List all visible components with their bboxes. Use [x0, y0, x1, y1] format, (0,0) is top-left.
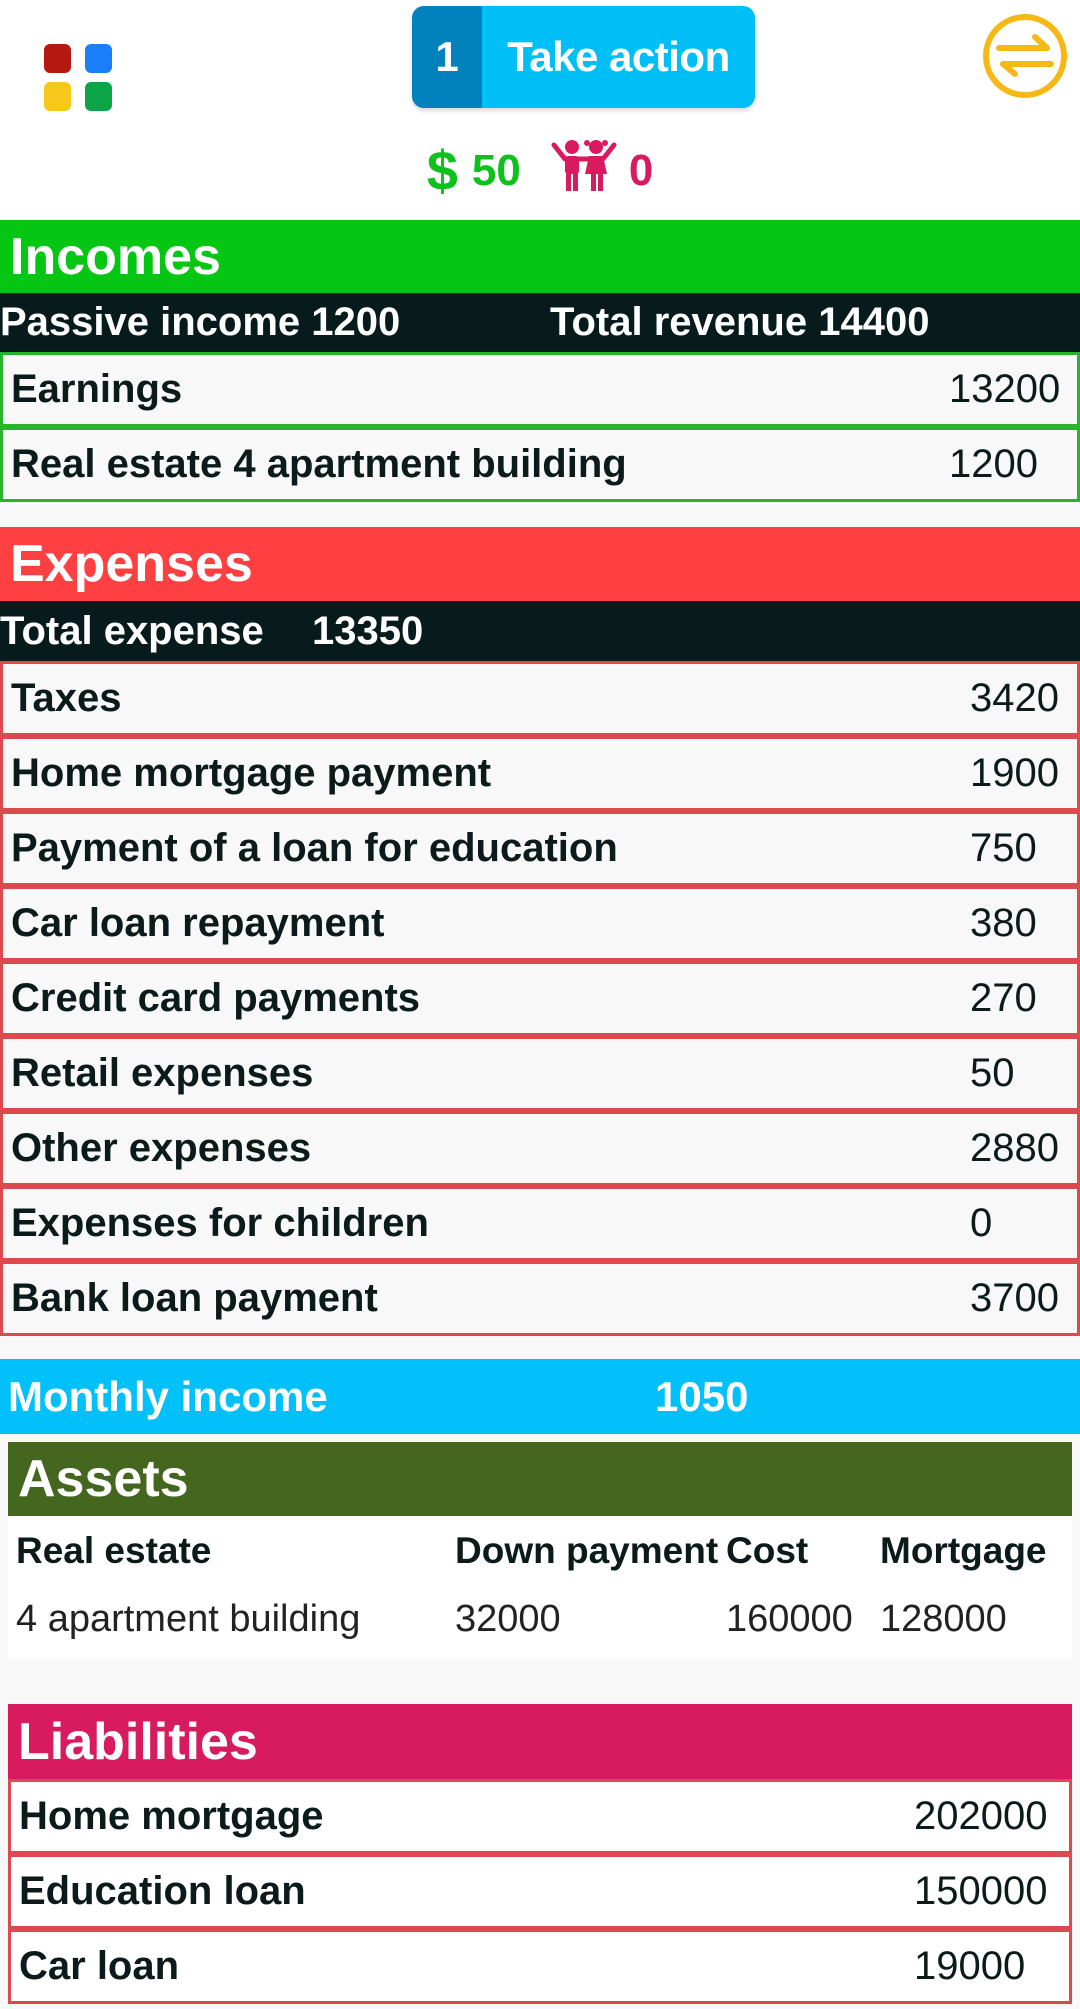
total-revenue: Total revenue 14400	[550, 300, 930, 344]
take-action-label: Take action	[507, 33, 730, 80]
expenses-row[interactable]: Payment of a loan for education 750	[0, 811, 1080, 886]
assets-header: Assets	[8, 1442, 1072, 1516]
total-expense-label: Total expense	[0, 608, 264, 653]
action-count-badge: 1	[412, 6, 482, 108]
income-value: 1200	[949, 442, 1038, 486]
asset-name[interactable]: 4 apartment building	[16, 1598, 360, 1641]
top-bar: 1 Take action $ 50 0	[0, 0, 1080, 220]
stats-bar: $ 50 0	[0, 138, 1080, 203]
incomes-summary-bar: Passive income 1200 Total revenue 14400	[0, 293, 1080, 352]
expenses-row[interactable]: Expenses for children 0	[0, 1186, 1080, 1261]
incomes-header: Incomes	[0, 220, 1080, 293]
income-value: 13200	[949, 367, 1061, 411]
money-value: 50	[471, 145, 521, 195]
money-stat: $ 50	[427, 138, 521, 203]
assets-table: Real estate Down payment Cost Mortgage 4…	[8, 1516, 1072, 1660]
liabilities-value: 202000	[914, 1794, 1048, 1838]
expenses-label: Car loan repayment	[11, 901, 385, 945]
apps-grid-icon[interactable]	[42, 42, 112, 112]
liabilities-label: Car loan	[19, 1944, 180, 1988]
expenses-row[interactable]: Retail expenses 50	[0, 1036, 1080, 1111]
expenses-value: 270	[970, 976, 1037, 1020]
total-expense-value: 13350	[312, 608, 424, 653]
liabilities-row[interactable]: Home mortgage 202000	[8, 1779, 1072, 1854]
liabilities-row[interactable]: Education loan 150000	[8, 1854, 1072, 1929]
expenses-label: Payment of a loan for education	[11, 826, 618, 870]
liabilities-row[interactable]: Car loan 19000	[8, 1929, 1072, 2004]
expenses-value: 750	[970, 826, 1037, 870]
assets-col-mortgage: Mortgage	[880, 1530, 1047, 1571]
expenses-value: 0	[970, 1201, 993, 1245]
expenses-row[interactable]: Credit card payments 270	[0, 961, 1080, 1036]
income-label: Real estate 4 apartment building	[11, 442, 627, 486]
assets-col-down-payment: Down payment	[455, 1530, 719, 1571]
expenses-value: 380	[970, 901, 1037, 945]
monthly-income-label: Monthly income	[8, 1372, 328, 1420]
expenses-summary-bar: Total expense 13350	[0, 601, 1080, 661]
assets-col-cost: Cost	[726, 1530, 809, 1571]
asset-mortgage: 128000	[880, 1598, 1007, 1640]
children-value: 0	[628, 145, 654, 195]
asset-down-payment: 32000	[455, 1598, 561, 1640]
expenses-label: Retail expenses	[11, 1051, 314, 1095]
expenses-value: 2880	[970, 1126, 1059, 1170]
expenses-label: Other expenses	[11, 1126, 312, 1170]
apps-tile-green	[85, 82, 112, 111]
expenses-row[interactable]: Other expenses 2880	[0, 1111, 1080, 1186]
apps-tile-red	[44, 44, 71, 73]
children-icon	[551, 139, 617, 202]
expenses-row[interactable]: Taxes 3420	[0, 661, 1080, 736]
assets-col-real-estate: Real estate	[16, 1530, 212, 1571]
expenses-header: Expenses	[0, 527, 1080, 601]
expenses-value: 50	[970, 1051, 1015, 1095]
expenses-row[interactable]: Bank loan payment 3700	[0, 1261, 1080, 1336]
income-row-earnings[interactable]: Earnings 13200	[0, 352, 1080, 427]
assets-title: Assets	[18, 1450, 189, 1508]
expenses-row[interactable]: Car loan repayment 380	[0, 886, 1080, 961]
dollar-icon: $	[426, 139, 458, 202]
liabilities-header: Liabilities	[8, 1704, 1072, 1779]
expenses-value: 3700	[970, 1276, 1059, 1320]
expenses-value: 1900	[970, 751, 1059, 795]
expenses-title: Expenses	[10, 535, 253, 593]
apps-tile-yellow	[44, 82, 71, 111]
take-action-button[interactable]: 1 Take action	[412, 6, 755, 108]
asset-cost: 160000	[726, 1598, 853, 1640]
passive-income: Passive income 1200	[0, 300, 401, 344]
monthly-income-value: 1050	[655, 1372, 749, 1420]
swap-arrows-icon[interactable]	[981, 12, 1069, 100]
expenses-label: Bank loan payment	[11, 1276, 378, 1320]
liabilities-value: 19000	[914, 1944, 1026, 1988]
expenses-label: Credit card payments	[11, 976, 421, 1020]
expenses-row[interactable]: Home mortgage payment 1900	[0, 736, 1080, 811]
income-label: Earnings	[11, 367, 183, 411]
liabilities-label: Home mortgage	[19, 1794, 324, 1838]
incomes-title: Incomes	[10, 227, 221, 286]
expenses-label: Home mortgage payment	[11, 751, 492, 795]
liabilities-title: Liabilities	[18, 1712, 258, 1771]
income-row-real-estate[interactable]: Real estate 4 apartment building 1200	[0, 427, 1080, 502]
expenses-value: 3420	[970, 676, 1059, 720]
monthly-income-bar: Monthly income 1050	[0, 1359, 1080, 1434]
expenses-label: Taxes	[11, 676, 122, 720]
liabilities-value: 150000	[914, 1869, 1048, 1913]
expenses-label: Expenses for children	[11, 1201, 429, 1245]
children-stat: 0	[551, 139, 653, 202]
liabilities-label: Education loan	[19, 1869, 306, 1913]
apps-tile-blue	[85, 44, 112, 73]
